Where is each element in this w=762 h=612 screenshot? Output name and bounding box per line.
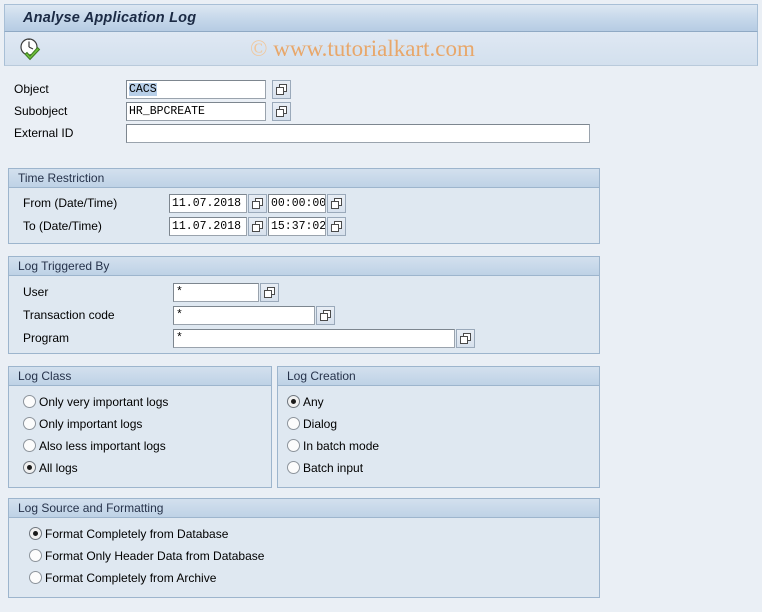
time-restriction-title: Time Restriction	[18, 171, 105, 185]
from-date-input[interactable]: 11.07.2018	[169, 194, 247, 213]
program-input[interactable]: *	[173, 329, 455, 348]
external-id-input[interactable]	[126, 124, 590, 143]
page-title: Analyse Application Log	[23, 10, 197, 26]
radio-mark-icon	[29, 549, 42, 562]
transaction-code-value-help-icon[interactable]	[316, 306, 335, 325]
log-class-group: Log Class Only very important logs Only …	[8, 366, 272, 488]
transaction-code-input[interactable]: *	[173, 306, 315, 325]
log-source-header: Log Source and Formatting	[9, 499, 599, 518]
radio-log-source-1-label: Format Only Header Data from Database	[45, 548, 265, 563]
to-date-input[interactable]: 11.07.2018	[169, 217, 247, 236]
subobject-label: Subobject	[14, 104, 68, 118]
application-toolbar: © www.tutorialkart.com	[4, 32, 758, 66]
radio-log-class-1-label: Only important logs	[39, 416, 143, 431]
log-class-body: Only very important logs Only important …	[9, 386, 271, 487]
radio-log-class-2-label: Also less important logs	[39, 438, 166, 453]
radio-mark-icon	[287, 439, 300, 452]
radio-log-creation-2[interactable]: In batch mode	[287, 436, 379, 455]
radio-log-creation-2-label: In batch mode	[303, 438, 380, 453]
site-watermark: © www.tutorialkart.com	[250, 36, 475, 62]
radio-log-creation-1-label: Dialog	[303, 416, 338, 431]
log-triggered-by-group: Log Triggered By User * Transaction code…	[8, 256, 600, 354]
radio-mark-icon	[23, 417, 36, 430]
value-help-square-front	[460, 336, 468, 344]
radio-log-class-1[interactable]: Only important logs	[23, 414, 142, 433]
radio-mark-icon	[29, 527, 42, 540]
from-date-picker-icon[interactable]	[248, 194, 267, 213]
radio-log-source-0-label: Format Completely from Database	[45, 526, 229, 541]
subobject-input[interactable]: HR_BPCREATE	[126, 102, 266, 121]
to-date-picker-icon[interactable]	[248, 217, 267, 236]
value-help-square-front	[320, 313, 328, 321]
value-help-square-front	[331, 224, 339, 232]
time-restriction-header: Time Restriction	[9, 169, 599, 188]
value-help-square-front	[264, 290, 272, 298]
radio-log-creation-0[interactable]: Any	[287, 392, 324, 411]
radio-mark-icon	[29, 571, 42, 584]
to-time-input[interactable]: 15:37:02	[268, 217, 326, 236]
external-id-label: External ID	[14, 126, 74, 140]
value-help-square-front	[276, 87, 284, 95]
transaction-code-label: Transaction code	[23, 308, 115, 322]
object-label: Object	[14, 82, 49, 96]
copyright-symbol: ©	[250, 36, 268, 61]
object-value-help-icon[interactable]	[272, 80, 291, 99]
radio-log-class-3-label: All logs	[39, 460, 78, 475]
log-creation-body: Any Dialog In batch mode Batch input	[278, 386, 599, 487]
from-datetime-label: From (Date/Time)	[23, 196, 118, 210]
log-source-and-formatting-group: Log Source and Formatting Format Complet…	[8, 498, 600, 598]
radio-mark-icon	[287, 395, 300, 408]
log-source-body: Format Completely from Database Format O…	[9, 518, 599, 597]
object-input-value: CACS	[129, 83, 157, 96]
log-creation-group: Log Creation Any Dialog In batch mode Ba…	[277, 366, 600, 488]
user-label: User	[23, 285, 49, 299]
to-datetime-label: To (Date/Time)	[23, 219, 102, 233]
radio-mark-icon	[23, 439, 36, 452]
radio-log-class-3[interactable]: All logs	[23, 458, 78, 477]
log-triggered-by-header: Log Triggered By	[9, 257, 599, 276]
radio-log-creation-3[interactable]: Batch input	[287, 458, 363, 477]
value-help-square-front	[331, 201, 339, 209]
radio-log-class-0-label: Only very important logs	[39, 394, 169, 409]
value-help-square-front	[252, 224, 260, 232]
radio-log-source-1[interactable]: Format Only Header Data from Database	[29, 546, 264, 565]
program-label: Program	[23, 331, 70, 345]
watermark-text: www.tutorialkart.com	[273, 36, 475, 61]
log-source-title: Log Source and Formatting	[18, 501, 164, 515]
log-creation-header: Log Creation	[278, 367, 599, 386]
radio-log-creation-1[interactable]: Dialog	[287, 414, 337, 433]
user-input[interactable]: *	[173, 283, 259, 302]
radio-log-source-2-label: Format Completely from Archive	[45, 570, 217, 585]
object-input[interactable]: CACS	[126, 80, 266, 99]
execute-clock-check-icon[interactable]	[17, 36, 43, 62]
radio-mark-icon	[287, 461, 300, 474]
radio-mark-icon	[23, 395, 36, 408]
window-title-bar: Analyse Application Log	[4, 4, 758, 32]
value-help-square-front	[276, 109, 284, 117]
log-class-title: Log Class	[18, 369, 72, 383]
radio-log-class-2[interactable]: Also less important logs	[23, 436, 166, 455]
value-help-square-front	[252, 201, 260, 209]
selection-screen: Object CACS Subobject HR_BPCREATE Extern…	[0, 68, 762, 612]
from-time-input[interactable]: 00:00:00	[268, 194, 326, 213]
radio-mark-icon	[23, 461, 36, 474]
program-value-help-icon[interactable]	[456, 329, 475, 348]
subobject-value-help-icon[interactable]	[272, 102, 291, 121]
time-restriction-group: Time Restriction From (Date/Time) 11.07.…	[8, 168, 600, 244]
radio-log-source-2[interactable]: Format Completely from Archive	[29, 568, 216, 587]
log-class-header: Log Class	[9, 367, 271, 386]
log-creation-title: Log Creation	[287, 369, 356, 383]
user-value-help-icon[interactable]	[260, 283, 279, 302]
radio-log-source-0[interactable]: Format Completely from Database	[29, 524, 228, 543]
from-time-picker-icon[interactable]	[327, 194, 346, 213]
log-triggered-by-body: User * Transaction code * Program *	[9, 276, 599, 353]
radio-log-creation-3-label: Batch input	[303, 460, 364, 475]
radio-mark-icon	[287, 417, 300, 430]
radio-log-class-0[interactable]: Only very important logs	[23, 392, 168, 411]
to-time-picker-icon[interactable]	[327, 217, 346, 236]
time-restriction-body: From (Date/Time) 11.07.2018 00:00:00 To …	[9, 188, 599, 243]
log-triggered-by-title: Log Triggered By	[18, 259, 110, 273]
radio-log-creation-0-label: Any	[303, 394, 324, 409]
